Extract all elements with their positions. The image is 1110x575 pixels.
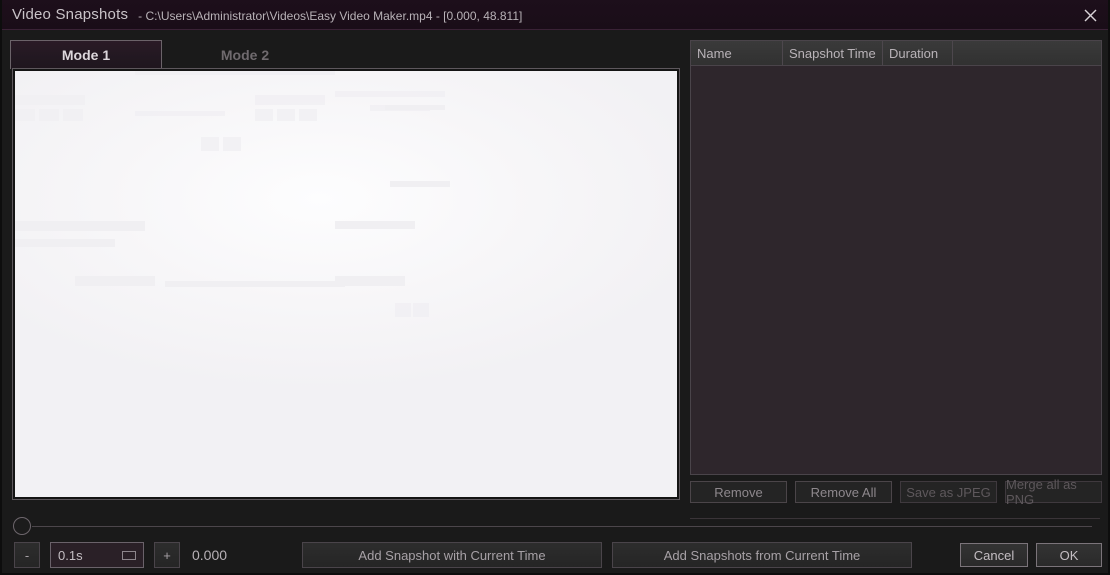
increase-interval-button[interactable]: + [154, 542, 180, 568]
timeline-slider-handle[interactable] [13, 517, 31, 535]
column-header-snapshot-time[interactable]: Snapshot Time [783, 41, 883, 65]
column-header-duration[interactable]: Duration [883, 41, 953, 65]
interval-value: 0.1s [58, 547, 83, 563]
window-title: Video Snapshots [12, 6, 129, 23]
remove-button[interactable]: Remove [690, 481, 787, 503]
tab-mode-1[interactable]: Mode 1 [10, 40, 162, 69]
timeline-slider-track[interactable] [32, 526, 1092, 527]
column-header-filler[interactable] [953, 41, 1101, 65]
cancel-button[interactable]: Cancel [960, 543, 1028, 567]
window-subtitle: - C:\Users\Administrator\Videos\Easy Vid… [138, 8, 523, 23]
mode-tabbar: Mode 1 Mode 2 [10, 40, 682, 69]
snapshot-list-body[interactable] [691, 66, 1101, 474]
video-preview-frame [15, 71, 677, 497]
add-snapshots-from-current-time-button[interactable]: Add Snapshots from Current Time [612, 542, 912, 568]
decrease-interval-button[interactable]: - [14, 542, 40, 568]
tab-mode-1-label: Mode 1 [61, 47, 111, 63]
column-header-name[interactable]: Name [691, 41, 783, 65]
current-time-label: 0.000 [192, 547, 228, 563]
close-button[interactable] [1068, 0, 1108, 30]
ok-button[interactable]: OK [1036, 543, 1102, 567]
tab-mode-2-label: Mode 2 [220, 46, 270, 63]
video-snapshots-dialog: Video Snapshots - C:\Users\Administrator… [0, 0, 1110, 575]
save-as-jpeg-button[interactable]: Save as JPEG [900, 481, 997, 503]
close-icon [1084, 9, 1097, 22]
timeline-slider[interactable] [12, 516, 1100, 538]
merge-all-as-png-button[interactable]: Merge all as PNG [1005, 477, 1102, 507]
title-bar: Video Snapshots - C:\Users\Administrator… [2, 0, 1108, 30]
remove-all-button[interactable]: Remove All [795, 481, 892, 503]
interval-combobox[interactable]: 0.1s [50, 542, 144, 568]
tab-mode-2[interactable]: Mode 2 [170, 40, 320, 69]
snapshot-list[interactable]: Name Snapshot Time Duration [690, 40, 1102, 475]
add-snapshot-with-current-time-button[interactable]: Add Snapshot with Current Time [302, 542, 602, 568]
snapshot-list-actions: Remove Remove All Save as JPEG Merge all… [690, 477, 1102, 507]
chevron-down-icon[interactable] [122, 550, 136, 560]
video-preview-panel[interactable] [12, 68, 680, 500]
bottom-toolbar: - 0.1s + 0.000 Add Snapshot with Current… [2, 540, 1108, 573]
snapshot-list-header: Name Snapshot Time Duration [691, 41, 1101, 66]
